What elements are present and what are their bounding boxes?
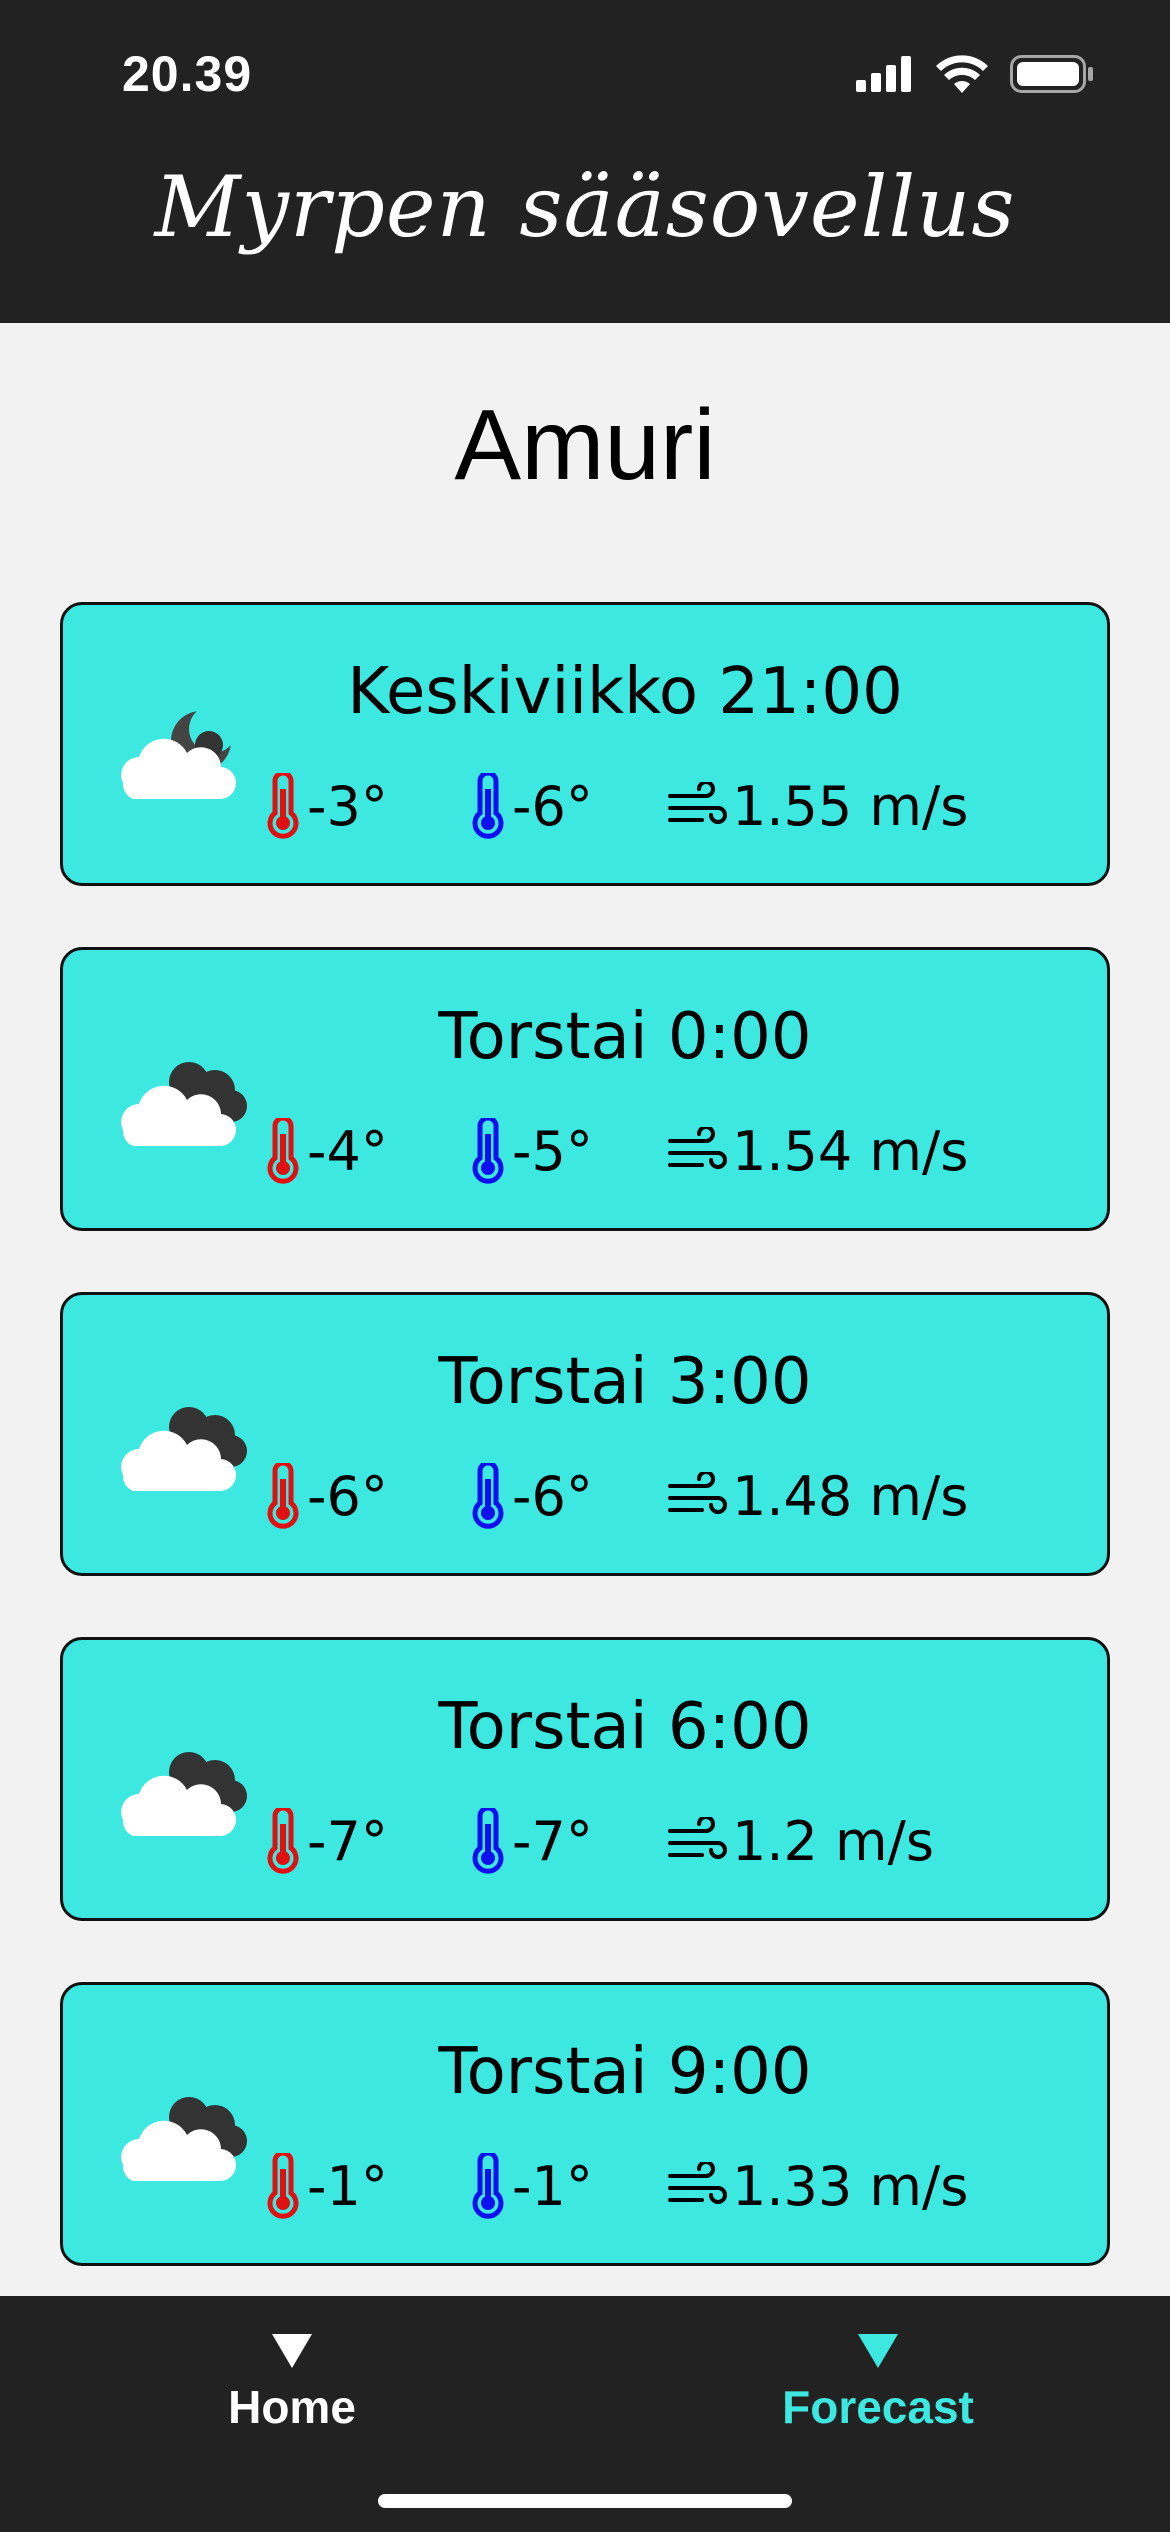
max-temp-value: -4° bbox=[307, 1119, 388, 1183]
min-temp-value: -5° bbox=[512, 1119, 593, 1183]
thermometer-min-icon bbox=[472, 1118, 504, 1184]
min-temp: -5° bbox=[468, 1118, 668, 1184]
app-title: Myrpen sääsovellus bbox=[154, 158, 1016, 256]
max-temp-value: -6° bbox=[307, 1464, 388, 1528]
thermometer-min-icon bbox=[472, 1808, 504, 1874]
thermometer-max-icon bbox=[267, 1118, 299, 1184]
max-temp-value: -1° bbox=[307, 2154, 388, 2218]
status-time: 20.39 bbox=[122, 46, 253, 102]
forecast-card[interactable]: Torstai 0:00 -4° -5° 1.54 m/s bbox=[60, 947, 1110, 1231]
forecast-values: -6° -6° 1.48 m/s bbox=[263, 1463, 968, 1529]
tab-forecast-label: Forecast bbox=[782, 2381, 974, 2433]
tab-home-label: Home bbox=[228, 2381, 356, 2433]
wind-value: 1.54 m/s bbox=[732, 1119, 969, 1183]
wind-icon bbox=[668, 782, 727, 824]
max-temp: -7° bbox=[263, 1808, 468, 1874]
battery-icon bbox=[1010, 55, 1093, 93]
wind-value: 1.48 m/s bbox=[732, 1464, 969, 1528]
wind-value: 1.33 m/s bbox=[732, 2154, 969, 2218]
thermometer-min-icon bbox=[472, 773, 504, 839]
forecast-values: -4° -5° 1.54 m/s bbox=[263, 1118, 968, 1184]
forecast-time: Keskiviikko 21:00 bbox=[347, 655, 903, 729]
tab-forecast[interactable]: Forecast bbox=[738, 2334, 1018, 2434]
forecast-time: Torstai 3:00 bbox=[438, 1345, 812, 1419]
min-temp-value: -6° bbox=[512, 1464, 593, 1528]
wind: 1.2 m/s bbox=[668, 1810, 934, 1873]
min-temp-value: -1° bbox=[512, 2154, 593, 2218]
min-temp: -7° bbox=[468, 1808, 668, 1874]
thermometer-max-icon bbox=[267, 2153, 299, 2219]
thermometer-max-icon bbox=[267, 1463, 299, 1529]
wind: 1.55 m/s bbox=[668, 775, 968, 838]
thermometer-max-icon bbox=[267, 773, 299, 839]
forecast-card[interactable]: Torstai 3:00 -6° -6° 1.48 m/s bbox=[60, 1292, 1110, 1576]
min-temp: -1° bbox=[468, 2153, 668, 2219]
max-temp: -6° bbox=[263, 1463, 468, 1529]
wind-icon bbox=[668, 1817, 727, 1859]
home-arrow-icon bbox=[272, 2334, 312, 2368]
forecast-values: -3° -6° 1.55 m/s bbox=[263, 773, 968, 839]
forecast-time: Torstai 0:00 bbox=[438, 1000, 812, 1074]
forecast-time: Torstai 6:00 bbox=[438, 1690, 812, 1764]
bottom-tab-bar: Home Forecast bbox=[0, 2296, 1170, 2532]
forecast-card[interactable]: Keskiviikko 21:00 -3° -6° 1.55 m/s bbox=[60, 602, 1110, 886]
signal-icon bbox=[856, 56, 911, 92]
max-temp: -1° bbox=[263, 2153, 468, 2219]
home-indicator[interactable] bbox=[378, 2494, 792, 2508]
wind-value: 1.55 m/s bbox=[732, 774, 969, 838]
min-temp: -6° bbox=[468, 773, 668, 839]
wind-icon bbox=[668, 1127, 727, 1169]
wind-icon bbox=[668, 2162, 727, 2204]
min-temp: -6° bbox=[468, 1463, 668, 1529]
min-temp-value: -6° bbox=[512, 774, 593, 838]
wifi-icon bbox=[936, 55, 988, 93]
max-temp-value: -3° bbox=[307, 774, 388, 838]
forecast-card[interactable]: Torstai 6:00 -7° -7° 1.2 m/s bbox=[60, 1637, 1110, 1921]
wind: 1.54 m/s bbox=[668, 1120, 968, 1183]
thermometer-min-icon bbox=[472, 2153, 504, 2219]
app-header: 20.39 Myrpen sääsovellus bbox=[0, 0, 1170, 323]
status-icons bbox=[856, 55, 1094, 93]
max-temp: -3° bbox=[263, 773, 468, 839]
forecast-values: -7° -7° 1.2 m/s bbox=[263, 1808, 934, 1874]
forecast-values: -1° -1° 1.33 m/s bbox=[263, 2153, 968, 2219]
wind: 1.33 m/s bbox=[668, 2155, 968, 2218]
forecast-time: Torstai 9:00 bbox=[438, 2035, 812, 2109]
wind-value: 1.2 m/s bbox=[732, 1809, 934, 1873]
wind: 1.48 m/s bbox=[668, 1465, 968, 1528]
forecast-list: Keskiviikko 21:00 -3° -6° 1.55 m/s Torst… bbox=[60, 602, 1110, 2327]
wind-icon bbox=[668, 1472, 727, 1514]
thermometer-min-icon bbox=[472, 1463, 504, 1529]
min-temp-value: -7° bbox=[512, 1809, 593, 1873]
city-title: Amuri bbox=[454, 389, 716, 501]
max-temp-value: -7° bbox=[307, 1809, 388, 1873]
forecast-arrow-icon bbox=[858, 2334, 898, 2368]
thermometer-max-icon bbox=[267, 1808, 299, 1874]
forecast-card[interactable]: Torstai 9:00 -1° -1° 1.33 m/s bbox=[60, 1982, 1110, 2266]
max-temp: -4° bbox=[263, 1118, 468, 1184]
tab-home[interactable]: Home bbox=[152, 2334, 432, 2434]
